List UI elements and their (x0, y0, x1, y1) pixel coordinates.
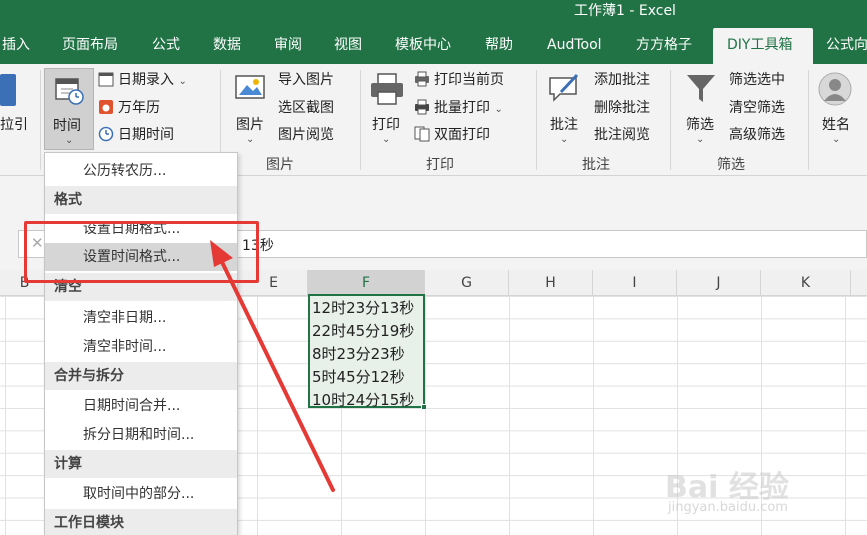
chevron-down-icon: ⌄ (560, 134, 569, 145)
picture-button[interactable]: 图片 ⌄ (230, 68, 274, 150)
chevron-down-icon: ⌄ (178, 76, 187, 87)
print-button[interactable]: 打印 ⌄ (366, 68, 410, 150)
separator (536, 70, 537, 170)
import-picture-button[interactable]: 导入图片 (278, 68, 334, 92)
chevron-down-icon: ⌄ (832, 134, 841, 145)
clock-icon (98, 126, 114, 142)
ribbon-tabs: 插入 页面布局 公式 数据 审阅 视图 模板中心 帮助 AudTool 方方格子… (0, 28, 867, 64)
tab-help[interactable]: 帮助 (485, 28, 513, 64)
time-button-label: 时间 (53, 118, 81, 134)
cell-f3[interactable]: 8时23分23秒 (312, 343, 405, 364)
tab-fangfang[interactable]: 方方格子 (636, 28, 692, 64)
menu-item-solar-to-lunar[interactable]: 公历转农历... (45, 157, 237, 185)
print-button-label: 打印 (372, 117, 400, 133)
menu-item-extract-time-part[interactable]: 取时间中的部分... (45, 480, 237, 508)
chevron-down-icon: ⌄ (246, 134, 255, 145)
column-header-j[interactable]: J (677, 270, 761, 296)
tab-diy-toolbox[interactable]: DIY工具箱 (713, 28, 813, 64)
comment-button-label: 批注 (550, 117, 578, 133)
menu-item-split-date-time[interactable]: 拆分日期和时间... (45, 421, 237, 449)
tab-data[interactable]: 数据 (213, 28, 241, 64)
advanced-filter-button[interactable]: 高级筛选 (729, 123, 785, 147)
menu-header-calc: 计算 (45, 450, 237, 478)
annotation-highlight-box (24, 221, 259, 283)
menu-header-merge-split: 合并与拆分 (45, 362, 237, 390)
formula-bar[interactable]: 13秒 (238, 230, 867, 258)
column-header-g[interactable]: G (425, 270, 509, 296)
tab-formulas[interactable]: 公式 (152, 28, 180, 64)
chevron-down-icon: ⌄ (696, 134, 705, 145)
date-time-button[interactable]: 日期时间 (98, 123, 174, 147)
cell-f2[interactable]: 22时45分19秒 (312, 320, 414, 341)
tab-template-center[interactable]: 模板中心 (395, 28, 451, 64)
baidu-watermark-url: jingyan.baidu.com (668, 500, 788, 515)
window-title: 工作薄1 - Excel (574, 3, 676, 19)
filter-button[interactable]: 筛选 ⌄ (680, 68, 724, 150)
duplex-icon (414, 126, 430, 142)
group-label-print: 打印 (426, 157, 454, 173)
filter-button-label: 筛选 (686, 117, 714, 133)
partial-icon (0, 74, 16, 106)
tab-review[interactable]: 审阅 (274, 28, 302, 64)
cell-f1[interactable]: 12时23分13秒 (312, 297, 414, 318)
group-label-picture: 图片 (266, 157, 294, 173)
calendar-icon (98, 72, 114, 87)
menu-item-merge-date-time[interactable]: 日期时间合并... (45, 392, 237, 420)
separator (40, 70, 41, 170)
cell-f4[interactable]: 5时45分12秒 (312, 366, 405, 387)
partial-label: 拉引 (0, 117, 28, 133)
group-label-comment: 批注 (582, 157, 610, 173)
chevron-down-icon: ⌄ (65, 135, 74, 146)
picture-icon (235, 75, 265, 99)
clear-filter-button[interactable]: 清空筛选 (729, 96, 785, 120)
tab-view[interactable]: 视图 (334, 28, 362, 64)
printer-icon (371, 73, 403, 105)
printer-small-icon (415, 71, 429, 87)
tab-formula-partial[interactable]: 公式向 (826, 28, 867, 64)
filter-selected-button[interactable]: 筛选选中 (729, 68, 785, 92)
menu-header-workday: 工作日模块 (45, 509, 237, 535)
view-comments-button[interactable]: 批注阅览 (594, 123, 650, 147)
duplex-print-button[interactable]: 双面打印 (414, 123, 490, 147)
batch-printer-icon (415, 99, 429, 115)
tab-insert[interactable]: 插入 (2, 28, 30, 64)
chevron-down-icon: ⌄ (494, 104, 503, 115)
column-header-f[interactable]: F (308, 270, 425, 296)
column-header-i[interactable]: I (593, 270, 677, 296)
menu-item-clear-non-time[interactable]: 清空非时间... (45, 333, 237, 361)
comment-button[interactable]: 批注 ⌄ (544, 68, 588, 150)
funnel-icon (687, 75, 715, 102)
separator (670, 70, 671, 170)
group-label-filter: 筛选 (717, 157, 745, 173)
perpetual-calendar-button[interactable]: 万年历 (98, 96, 160, 120)
tab-page-layout[interactable]: 页面布局 (62, 28, 118, 64)
calendar-red-icon (99, 100, 113, 114)
date-entry-button[interactable]: 日期录入 ⌄ (98, 68, 187, 92)
range-screenshot-button[interactable]: 选区截图 (278, 96, 334, 120)
tab-audtool[interactable]: AudTool (547, 28, 602, 64)
name-button-label: 姓名 (822, 117, 850, 133)
time-button[interactable]: 时间 ⌄ (44, 68, 94, 150)
chevron-down-icon: ⌄ (382, 134, 391, 145)
title-bar: 工作薄1 - Excel (0, 0, 867, 28)
cell-f5[interactable]: 10时24分15秒 (312, 389, 414, 410)
comment-icon (549, 73, 579, 102)
person-icon (818, 72, 852, 106)
picture-button-label: 图片 (236, 117, 264, 133)
add-comment-button[interactable]: 添加批注 (594, 68, 650, 92)
batch-print-button[interactable]: 批量打印 ⌄ (414, 96, 503, 120)
menu-header-format: 格式 (45, 186, 237, 214)
column-header-h[interactable]: H (509, 270, 593, 296)
separator (808, 70, 809, 170)
delete-comment-button[interactable]: 删除批注 (594, 96, 650, 120)
fill-handle[interactable] (421, 404, 427, 410)
separator (360, 70, 361, 170)
print-current-page-button[interactable]: 打印当前页 (414, 68, 504, 92)
menu-item-clear-non-date[interactable]: 清空非日期... (45, 304, 237, 332)
picture-viewer-button[interactable]: 图片阅览 (278, 123, 334, 147)
column-header-k[interactable]: K (761, 270, 851, 296)
calendar-clock-icon (55, 78, 84, 105)
name-button[interactable]: 姓名 ⌄ (816, 68, 860, 150)
time-dropdown-menu: 公历转农历... 格式 设置日期格式... 设置时间格式... 清空 清空非日期… (44, 152, 238, 535)
